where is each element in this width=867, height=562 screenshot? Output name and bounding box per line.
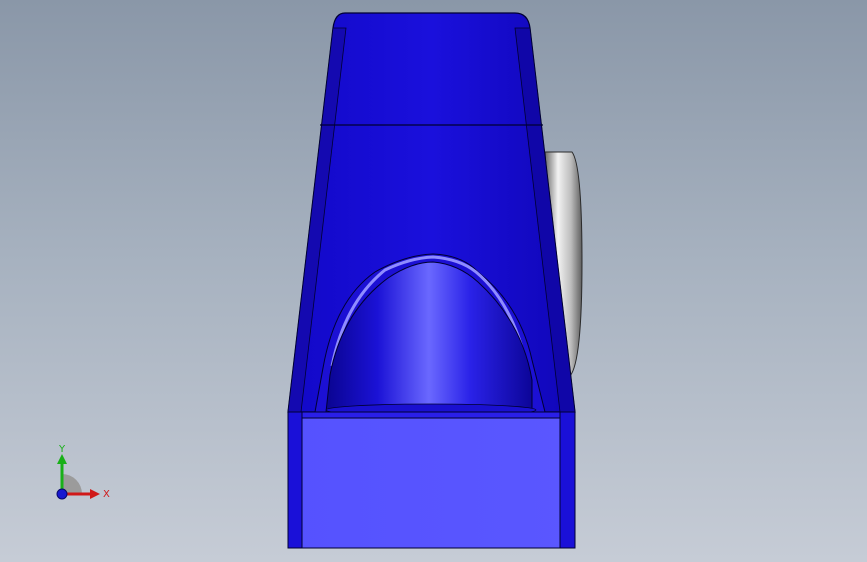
base-right-side: [559, 411, 576, 549]
pillow-block-model[interactable]: [0, 0, 867, 562]
base-left-side: [287, 411, 303, 549]
x-axis-label: X: [103, 489, 110, 500]
x-axis-arrow: [90, 489, 100, 499]
base-top-edge: [287, 411, 576, 419]
base-front-face: [287, 417, 576, 549]
y-axis-label: Y: [58, 444, 66, 455]
graphics-viewport[interactable]: Y X: [0, 0, 867, 562]
y-axis-arrow: [57, 454, 67, 464]
z-axis-dot: [56, 488, 68, 500]
orientation-triad: Y X: [56, 444, 110, 500]
